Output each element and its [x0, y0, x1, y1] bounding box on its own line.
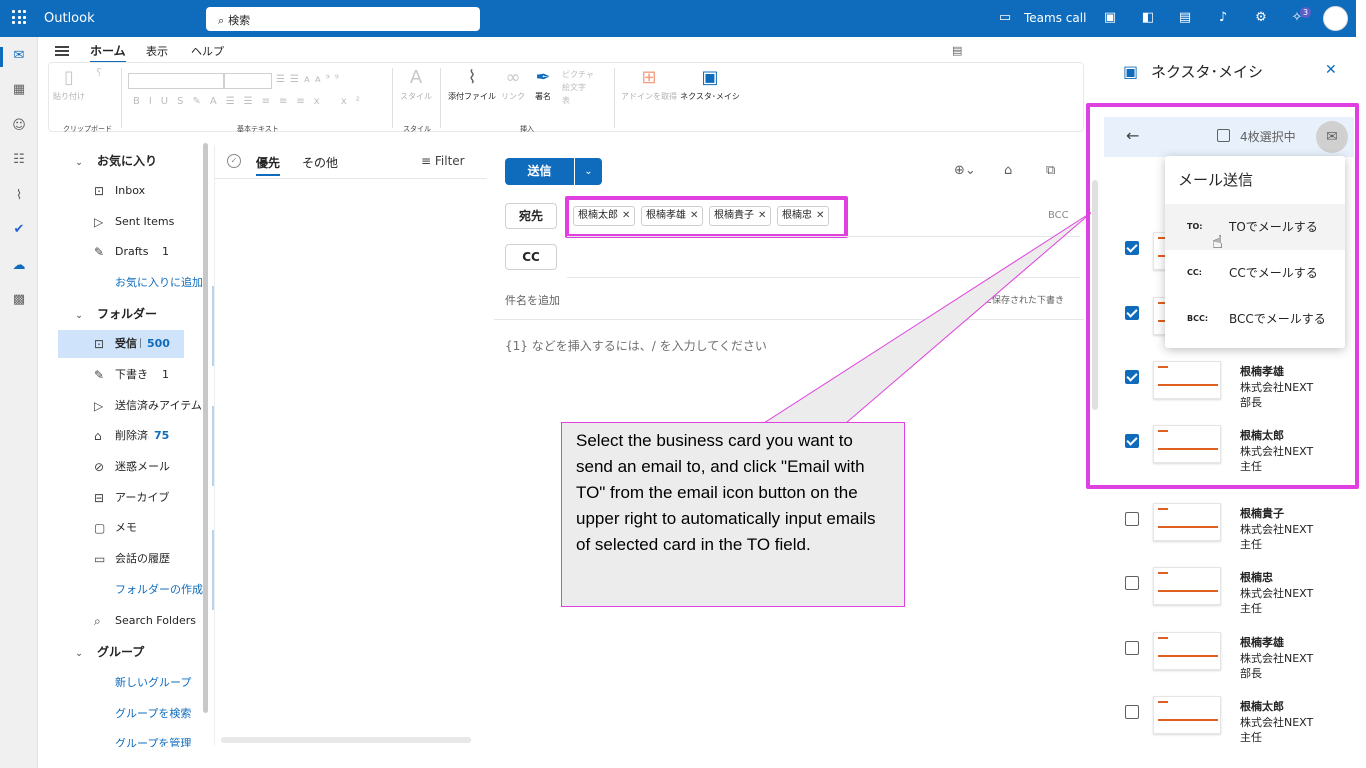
card-checkbox[interactable]: [1125, 576, 1139, 590]
business-card-image: [1153, 567, 1221, 605]
contact-card-icon: ▣: [1123, 62, 1139, 81]
business-card-item[interactable]: 根楠忠 株式会社NEXT 主任: [1125, 567, 1345, 631]
business-card-image: [1153, 632, 1221, 670]
business-card-image: [1153, 503, 1221, 541]
business-card-image: [1153, 696, 1221, 734]
panel-highlight: [1086, 103, 1359, 489]
card-checkbox[interactable]: [1125, 641, 1139, 655]
card-checkbox[interactable]: [1125, 512, 1139, 526]
business-card-item[interactable]: 根楠孝雄 株式会社NEXT 部長: [1125, 632, 1345, 696]
instruction-callout: Select the business card you want to sen…: [561, 422, 905, 607]
business-card-item[interactable]: 根楠太郎 株式会社NEXT 主任: [1125, 696, 1345, 760]
panel-title: ネクスタ･メイシ: [1151, 63, 1264, 81]
card-checkbox[interactable]: [1125, 705, 1139, 719]
business-card-item[interactable]: 根楠貴子 株式会社NEXT 主任: [1125, 503, 1345, 567]
close-icon[interactable]: ✕: [1325, 62, 1337, 78]
